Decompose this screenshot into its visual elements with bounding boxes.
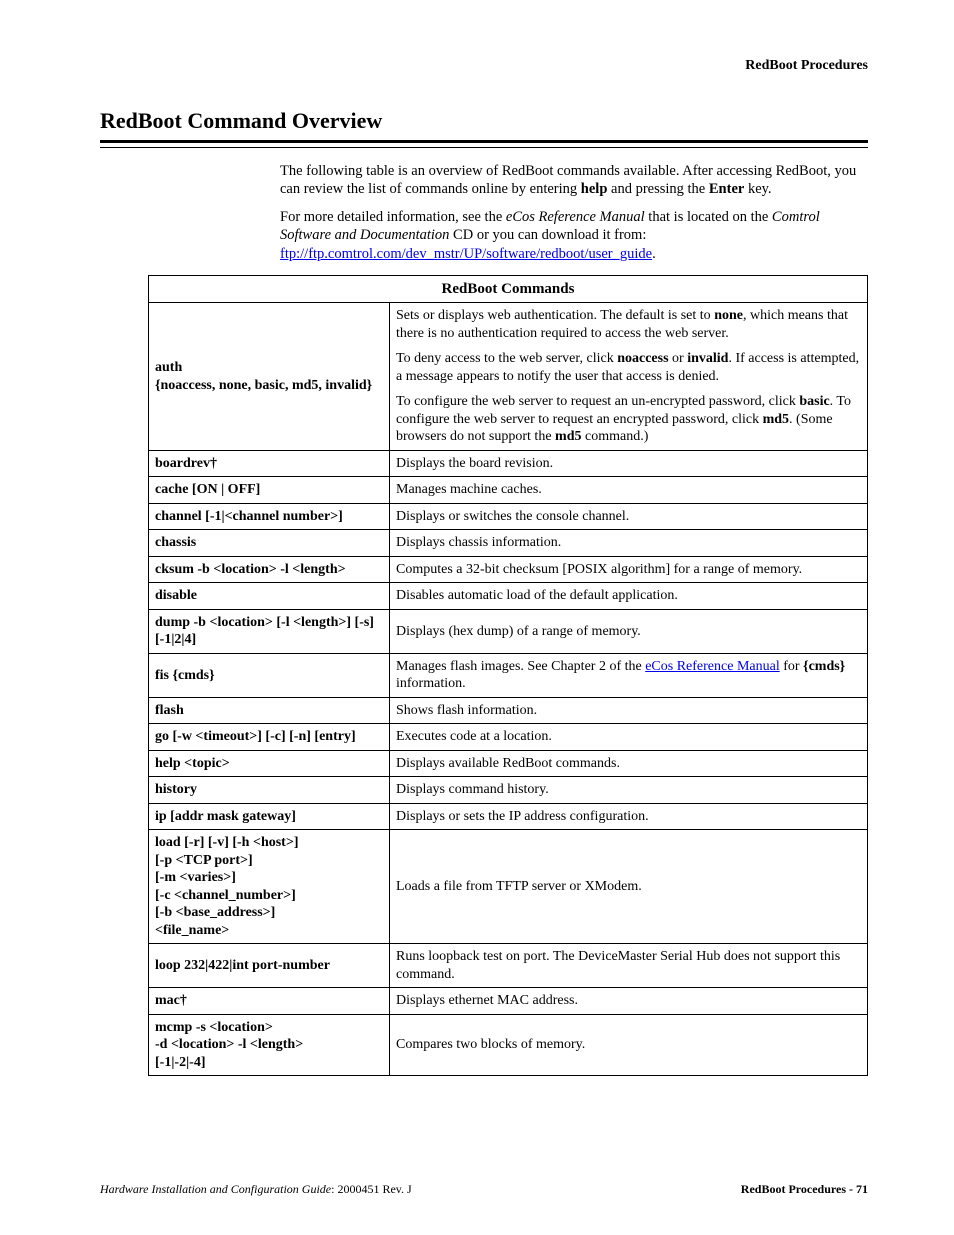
text: To deny access to the web server, click <box>396 351 617 366</box>
desc-mcmp: Compares two blocks of memory. <box>390 1014 868 1076</box>
desc-history: Displays command history. <box>390 777 868 804</box>
cmd-disable: disable <box>149 583 390 610</box>
help-keyword: help <box>581 181 608 197</box>
footer-left: Hardware Installation and Configuration … <box>100 1182 412 1197</box>
redboot-commands-table: RedBoot Commands auth {noaccess, none, b… <box>148 275 868 1077</box>
page-footer: Hardware Installation and Configuration … <box>100 1182 868 1197</box>
cmd-dump: dump -b <location> [-l <length>] [-s] [-… <box>149 609 390 653</box>
desc-help: Displays available RedBoot commands. <box>390 750 868 777</box>
text: and pressing the <box>607 181 708 197</box>
desc-chassis: Displays chassis information. <box>390 530 868 557</box>
desc-disable: Disables automatic load of the default a… <box>390 583 868 610</box>
cmd-args: {noaccess, none, basic, md5, invalid} <box>155 377 383 395</box>
guide-title: Hardware Installation and Configuration … <box>100 1182 331 1196</box>
text: or <box>669 351 688 366</box>
intro-paragraph-1: The following table is an overview of Re… <box>280 162 868 198</box>
table-row: channel [-1|<channel number>]Displays or… <box>149 503 868 530</box>
desc-auth: Sets or displays web authentication. The… <box>390 303 868 451</box>
intro-paragraph-2: For more detailed information, see the e… <box>280 208 868 262</box>
kw-invalid: invalid <box>687 351 728 366</box>
desc-cache: Manages machine caches. <box>390 477 868 504</box>
desc-flash: Shows flash information. <box>390 697 868 724</box>
desc-fis: Manages flash images. See Chapter 2 of t… <box>390 653 868 697</box>
ecos-manual-name: eCos Reference Manual <box>506 209 645 225</box>
text: that is located on the <box>645 209 772 225</box>
running-header: RedBoot Procedures <box>100 58 868 74</box>
table-row: load [-r] [-v] [-h <host>] [-p <TCP port… <box>149 830 868 944</box>
text: To configure the web server to request a… <box>396 394 799 409</box>
text: Manages flash images. See Chapter 2 of t… <box>396 659 645 674</box>
text: . <box>652 246 656 262</box>
table-row: flashShows flash information. <box>149 697 868 724</box>
table-row: help <topic>Displays available RedBoot c… <box>149 750 868 777</box>
text: For more detailed information, see the <box>280 209 506 225</box>
ftp-link[interactable]: ftp://ftp.comtrol.com/dev_mstr/UP/softwa… <box>280 246 652 262</box>
table-header-row: RedBoot Commands <box>149 275 868 303</box>
desc-go: Executes code at a location. <box>390 724 868 751</box>
table-title: RedBoot Commands <box>149 275 868 303</box>
table-row: ip [addr mask gateway]Displays or sets t… <box>149 803 868 830</box>
cmd-boardrev: boardrev† <box>149 450 390 477</box>
desc-channel: Displays or switches the console channel… <box>390 503 868 530</box>
cmd-go: go [-w <timeout>] [-c] [-n] [entry] <box>149 724 390 751</box>
cmd-mac: mac† <box>149 988 390 1015</box>
desc-loop: Runs loopback test on port. The DeviceMa… <box>390 944 868 988</box>
cmd-loop: loop 232|422|int port-number <box>149 944 390 988</box>
kw-noaccess: noaccess <box>617 351 668 366</box>
desc-mac: Displays ethernet MAC address. <box>390 988 868 1015</box>
kw-md5: md5 <box>763 412 789 427</box>
ecos-manual-link[interactable]: eCos Reference Manual <box>645 659 780 674</box>
table-row: mcmp -s <location> -d <location> -l <len… <box>149 1014 868 1076</box>
desc-paragraph: Sets or displays web authentication. The… <box>396 307 861 342</box>
table-row: cache [ON | OFF]Manages machine caches. <box>149 477 868 504</box>
table-row: disableDisables automatic load of the de… <box>149 583 868 610</box>
table-row: fis {cmds} Manages flash images. See Chap… <box>149 653 868 697</box>
text: key. <box>744 181 771 197</box>
doc-id: : 2000451 Rev. J <box>331 1182 412 1196</box>
text: for <box>780 659 803 674</box>
cmd-auth: auth {noaccess, none, basic, md5, invali… <box>149 303 390 451</box>
cmd-name: auth <box>155 359 383 377</box>
table-row: chassisDisplays chassis information. <box>149 530 868 557</box>
cmd-cksum: cksum -b <location> -l <length> <box>149 556 390 583</box>
cmd-channel: channel [-1|<channel number>] <box>149 503 390 530</box>
kw-none: none <box>714 308 743 323</box>
kw-cmds: {cmds} <box>803 659 845 674</box>
cmd-load: load [-r] [-v] [-h <host>] [-p <TCP port… <box>149 830 390 944</box>
cmd-cache: cache [ON | OFF] <box>149 477 390 504</box>
desc-paragraph: To configure the web server to request a… <box>396 393 861 446</box>
cmd-help: help <topic> <box>149 750 390 777</box>
table-row: go [-w <timeout>] [-c] [-n] [entry]Execu… <box>149 724 868 751</box>
table-row: cksum -b <location> -l <length>Computes … <box>149 556 868 583</box>
cmd-history: history <box>149 777 390 804</box>
table-row: mac†Displays ethernet MAC address. <box>149 988 868 1015</box>
title-rule <box>100 140 868 148</box>
enter-keyword: Enter <box>709 181 744 197</box>
desc-boardrev: Displays the board revision. <box>390 450 868 477</box>
text: command.) <box>582 429 649 444</box>
text: CD or you can download it from: <box>449 227 646 243</box>
table-row: auth {noaccess, none, basic, md5, invali… <box>149 303 868 451</box>
cmd-ip: ip [addr mask gateway] <box>149 803 390 830</box>
page-title: RedBoot Command Overview <box>100 108 868 134</box>
cmd-fis: fis {cmds} <box>149 653 390 697</box>
cmd-mcmp: mcmp -s <location> -d <location> -l <len… <box>149 1014 390 1076</box>
text: information. <box>396 676 466 691</box>
cmd-chassis: chassis <box>149 530 390 557</box>
cmd-flash: flash <box>149 697 390 724</box>
table-row: historyDisplays command history. <box>149 777 868 804</box>
desc-ip: Displays or sets the IP address configur… <box>390 803 868 830</box>
table-row: loop 232|422|int port-numberRuns loopbac… <box>149 944 868 988</box>
kw-basic: basic <box>799 394 829 409</box>
kw-md5: md5 <box>555 429 581 444</box>
table-row: dump -b <location> [-l <length>] [-s] [-… <box>149 609 868 653</box>
desc-paragraph: To deny access to the web server, click … <box>396 350 861 385</box>
desc-load: Loads a file from TFTP server or XModem. <box>390 830 868 944</box>
table-row: boardrev†Displays the board revision. <box>149 450 868 477</box>
footer-right: RedBoot Procedures - 71 <box>741 1182 868 1197</box>
intro-block: The following table is an overview of Re… <box>280 162 868 263</box>
desc-cksum: Computes a 32-bit checksum [POSIX algori… <box>390 556 868 583</box>
text: Sets or displays web authentication. The… <box>396 308 714 323</box>
desc-dump: Displays (hex dump) of a range of memory… <box>390 609 868 653</box>
